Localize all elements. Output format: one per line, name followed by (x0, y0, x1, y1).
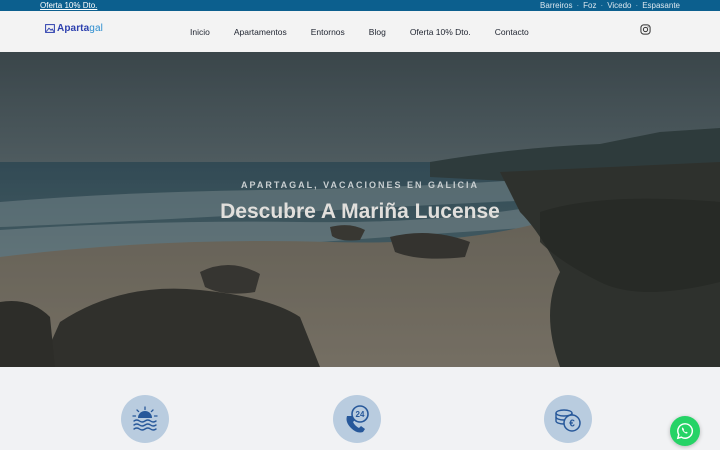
nav-entornos[interactable]: Entornos (311, 27, 345, 37)
feature-price: € (544, 395, 592, 443)
town-link-barreiros[interactable]: Barreiros (540, 0, 572, 11)
separator-dot: · (635, 1, 639, 10)
town-links: Barreiros · Foz · Vicedo · Espasante (540, 0, 680, 11)
whatsapp-button[interactable] (670, 416, 700, 446)
top-offer-link[interactable]: Oferta 10% Dto. (40, 0, 97, 11)
nav-inicio[interactable]: Inicio (190, 27, 210, 37)
hero-kicker: APARTAGAL, VACACIONES EN GALICIA (240, 180, 479, 190)
sunset-sea-icon (132, 406, 158, 431)
hero-section: APARTAGAL, VACACIONES EN GALICIA Descubr… (0, 52, 720, 367)
feature-sea (121, 395, 169, 443)
nav-apartamentos[interactable]: Apartamentos (234, 27, 287, 37)
town-link-vicedo[interactable]: Vicedo (607, 0, 631, 11)
separator-dot: · (600, 1, 604, 10)
logo-text-part1: Aparta (57, 23, 90, 34)
whatsapp-icon (676, 423, 694, 440)
nav-contacto[interactable]: Contacto (495, 27, 529, 37)
town-link-foz[interactable]: Foz (583, 0, 596, 11)
logo-picture-icon (45, 24, 55, 33)
main-nav: Inicio Apartamentos Entornos Blog Oferta… (190, 11, 553, 52)
site-logo[interactable]: Apartagal (45, 23, 103, 34)
features-section: 24 € (0, 367, 720, 450)
town-link-espasante[interactable]: Espasante (642, 0, 680, 11)
logo-text: Apartagal (57, 23, 103, 34)
euro-coins-icon: € (555, 409, 581, 432)
site-header: Apartagal Inicio Apartamentos Entornos B… (0, 11, 720, 52)
nav-oferta[interactable]: Oferta 10% Dto. (410, 27, 471, 37)
logo-text-part2: gal (89, 23, 103, 34)
hero-title: Descubre A Mariña Lucense (220, 200, 500, 223)
separator-dot: · (576, 1, 580, 10)
nav-blog[interactable]: Blog (369, 27, 386, 37)
phone-24h-icon: 24 (346, 405, 369, 433)
svg-text:€: € (569, 419, 575, 430)
top-bar: Oferta 10% Dto. Barreiros · Foz · Vicedo… (0, 0, 720, 11)
feature-support: 24 (333, 395, 381, 443)
svg-text:24: 24 (356, 410, 365, 419)
instagram-icon[interactable] (640, 24, 651, 35)
